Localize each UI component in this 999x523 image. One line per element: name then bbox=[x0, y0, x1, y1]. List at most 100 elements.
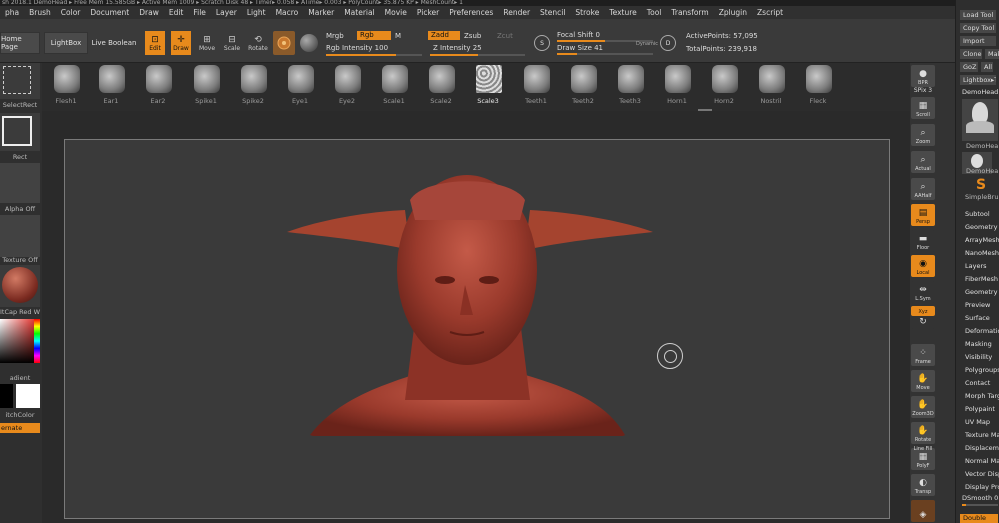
section-geometry-hd[interactable]: Geometry H bbox=[965, 288, 999, 296]
brush-item[interactable]: Horn1 bbox=[659, 63, 695, 111]
transp-button[interactable]: ◐ Transp bbox=[911, 474, 935, 496]
menu-item-render[interactable]: Render bbox=[498, 8, 535, 17]
clone-button[interactable]: Clone bbox=[960, 49, 982, 59]
mrgb-toggle[interactable]: Mrgb bbox=[326, 32, 344, 40]
menu-item-movie[interactable]: Movie bbox=[380, 8, 412, 17]
section-deformation[interactable]: Deformatio bbox=[965, 327, 999, 335]
rgb-toggle[interactable]: Rgb bbox=[357, 31, 391, 40]
dynamic-d-icon[interactable]: D bbox=[660, 35, 676, 51]
dynamic-toggle[interactable]: Dynamic bbox=[636, 41, 658, 47]
brush-item[interactable]: Teeth2 bbox=[565, 63, 601, 111]
aahalf-button[interactable]: ⌕ AAHalf bbox=[911, 178, 935, 200]
brush-item[interactable]: Teeth1 bbox=[518, 63, 554, 111]
home-page-button[interactable]: Home Page bbox=[0, 32, 40, 54]
menu-item-preferences[interactable]: Preferences bbox=[444, 8, 498, 17]
menu-item-zplugin[interactable]: Zplugin bbox=[714, 8, 752, 17]
zsub-toggle[interactable]: Zsub bbox=[464, 32, 481, 40]
document-canvas[interactable] bbox=[64, 139, 890, 519]
m-toggle[interactable]: M bbox=[395, 32, 401, 40]
menu-item-draw[interactable]: Draw bbox=[134, 8, 164, 17]
color-square[interactable] bbox=[0, 319, 34, 363]
rotate-view-button[interactable]: ✋ Rotate bbox=[911, 422, 935, 444]
draw-button[interactable]: ✛ Draw bbox=[171, 31, 191, 55]
rgb-intensity-slider[interactable]: Rgb Intensity 100 bbox=[326, 44, 388, 52]
section-polypaint[interactable]: Polypaint bbox=[965, 405, 995, 413]
focal-shift-slider[interactable]: Focal Shift 0 bbox=[557, 31, 600, 39]
brush-item[interactable]: Spike2 bbox=[235, 63, 271, 111]
main-color-swatch[interactable] bbox=[16, 384, 40, 408]
menu-item-material[interactable]: Material bbox=[339, 8, 379, 17]
brush-item-selected[interactable]: Scale3 bbox=[470, 63, 506, 111]
brush-item[interactable]: Scale2 bbox=[423, 63, 459, 111]
select-rect-button[interactable] bbox=[0, 63, 40, 99]
switch-color-label[interactable]: itchColor bbox=[0, 411, 40, 419]
viewport[interactable] bbox=[42, 111, 910, 523]
menu-item-picker[interactable]: Picker bbox=[412, 8, 444, 17]
frame-button[interactable]: ⁘ Frame bbox=[911, 344, 935, 366]
section-morph-target[interactable]: Morph Targ bbox=[965, 392, 999, 400]
zoom3d-button[interactable]: ✋ Zoom3D bbox=[911, 396, 935, 418]
copy-tool-button[interactable]: Copy Tool bbox=[960, 23, 996, 33]
menu-item-transform[interactable]: Transform bbox=[666, 8, 713, 17]
polyf-button[interactable]: Line Fill ▦ PolyF bbox=[911, 446, 935, 470]
actual-button[interactable]: ⌕ Actual bbox=[911, 151, 935, 173]
menu-item-file[interactable]: File bbox=[188, 8, 211, 17]
brush-item[interactable]: Eye1 bbox=[282, 63, 318, 111]
menu-item-edit[interactable]: Edit bbox=[164, 8, 189, 17]
section-subtool[interactable]: Subtool bbox=[965, 210, 990, 218]
floor-button[interactable]: ▬ Floor bbox=[911, 230, 935, 252]
color-sphere-icon[interactable] bbox=[300, 34, 318, 52]
section-nanomesh[interactable]: NanoMesh bbox=[965, 249, 999, 257]
scroll-button[interactable]: ▦ Scroll bbox=[911, 97, 935, 119]
focal-s-icon[interactable]: S bbox=[534, 35, 550, 51]
section-display-properties[interactable]: Display Pro bbox=[965, 483, 999, 491]
rotate-button[interactable]: ⟲ Rotate bbox=[247, 31, 269, 55]
material-button[interactable] bbox=[0, 265, 40, 307]
brush-item[interactable]: Spike1 bbox=[188, 63, 224, 111]
section-visibility[interactable]: Visibility bbox=[965, 353, 992, 361]
zcut-toggle[interactable]: Zcut bbox=[497, 32, 513, 40]
section-texture-map[interactable]: Texture Ma bbox=[965, 431, 999, 439]
texture-button[interactable] bbox=[0, 215, 40, 257]
brush-item[interactable]: Flesh1 bbox=[48, 63, 84, 111]
rect-stroke-button[interactable] bbox=[0, 113, 40, 151]
local-button[interactable]: ◉ Local bbox=[911, 255, 935, 277]
menu-item-zscript[interactable]: Zscript bbox=[752, 8, 788, 17]
draw-size-slider[interactable]: Draw Size 41 bbox=[557, 44, 603, 52]
xyz-button[interactable]: Xyz bbox=[911, 306, 935, 316]
bpr-button[interactable]: ● BPR bbox=[911, 65, 935, 87]
ghost-button[interactable]: ◈ bbox=[911, 500, 935, 522]
dsmooth-slider[interactable]: DSmooth 0 bbox=[962, 494, 998, 502]
load-tool-button[interactable]: Load Tool bbox=[960, 10, 996, 20]
brush-item[interactable]: Teeth3 bbox=[612, 63, 648, 111]
rotate-axis-icon[interactable]: ↻ bbox=[911, 317, 935, 329]
color-picker[interactable] bbox=[0, 317, 40, 373]
section-normal-map[interactable]: Normal Ma bbox=[965, 457, 999, 465]
section-fibermesh[interactable]: FiberMesh bbox=[965, 275, 998, 283]
draw-size-track[interactable] bbox=[557, 53, 653, 55]
menu-item-tool[interactable]: Tool bbox=[642, 8, 667, 17]
menu-item-macro[interactable]: Macro bbox=[271, 8, 304, 17]
section-layers[interactable]: Layers bbox=[965, 262, 987, 270]
spix-slider[interactable]: SPix 3 bbox=[910, 87, 936, 94]
all-button[interactable]: All bbox=[981, 62, 993, 72]
zoom-button[interactable]: ⌕ Zoom bbox=[911, 124, 935, 146]
menu-item-light[interactable]: Light bbox=[242, 8, 271, 17]
lsym-button[interactable]: ⇹ L.Sym bbox=[911, 281, 935, 303]
alternate-button[interactable]: ernate bbox=[0, 423, 40, 433]
menu-item-document[interactable]: Document bbox=[85, 8, 134, 17]
menu-item-marker[interactable]: Marker bbox=[303, 8, 339, 17]
dsmooth-track[interactable] bbox=[962, 504, 998, 506]
simplebrush-s-icon[interactable]: S bbox=[976, 177, 986, 193]
section-preview[interactable]: Preview bbox=[965, 301, 990, 309]
brush-item[interactable]: Nostril bbox=[753, 63, 789, 111]
menu-item-stroke[interactable]: Stroke bbox=[570, 8, 604, 17]
menu-item-stencil[interactable]: Stencil bbox=[535, 8, 570, 17]
goz-button[interactable]: GoZ bbox=[960, 62, 978, 72]
persp-button[interactable]: ▤ Persp bbox=[911, 204, 935, 226]
section-geometry[interactable]: Geometry bbox=[965, 223, 997, 231]
brush-item[interactable]: Scale1 bbox=[376, 63, 412, 111]
z-intensity-slider[interactable]: Z Intensity 25 bbox=[433, 44, 482, 52]
brush-item[interactable]: Horn2 bbox=[706, 63, 742, 111]
zadd-toggle[interactable]: Zadd bbox=[428, 31, 460, 40]
